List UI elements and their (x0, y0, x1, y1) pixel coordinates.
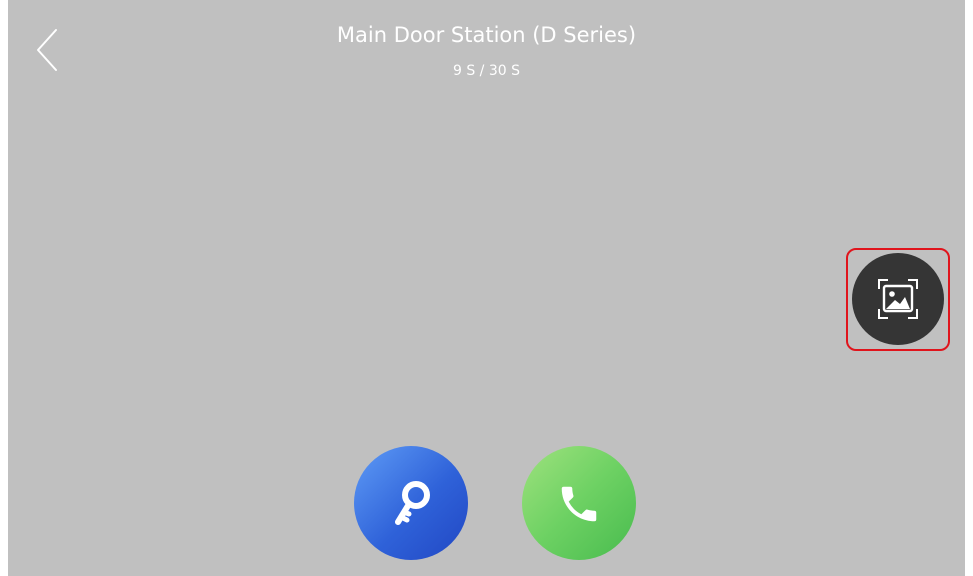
capture-image-icon (878, 279, 918, 319)
capture-button[interactable] (852, 253, 944, 345)
phone-icon (561, 486, 597, 522)
page-title: Main Door Station (D Series) (336, 23, 637, 47)
live-view-screen: Main Door Station (D Series) 9 S / 30 S (8, 0, 965, 576)
call-timer: 9 S / 30 S (452, 63, 520, 79)
key-icon (395, 481, 430, 525)
unlock-button[interactable] (354, 446, 468, 560)
answer-call-button[interactable] (522, 446, 636, 560)
